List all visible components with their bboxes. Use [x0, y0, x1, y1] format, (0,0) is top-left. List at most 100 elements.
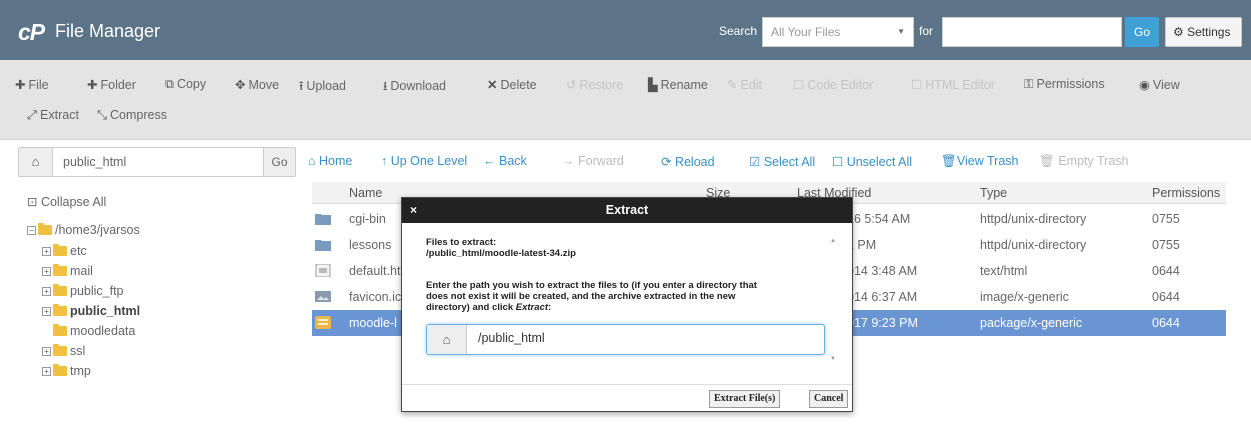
search-scope-select[interactable]: All Your Files ▼ [762, 17, 914, 47]
tree-item-ssl[interactable]: + ssl [42, 344, 85, 358]
copy-icon: ⧉ [165, 77, 174, 91]
col-type[interactable]: Type [980, 186, 1007, 200]
col-permissions[interactable]: Permissions [1152, 186, 1220, 200]
nav-home[interactable]: ⌂ Home [308, 154, 352, 168]
path-field[interactable]: ⌂ public_html Go [18, 147, 296, 177]
file-perms: 0755 [1152, 238, 1180, 252]
tree-item-etc[interactable]: + etc [42, 244, 87, 258]
delete-button[interactable]: ✕ Delete [487, 77, 537, 92]
html-editor-icon: ☐ [911, 78, 923, 92]
new-file-button[interactable]: ✚ File [15, 77, 49, 92]
dialog-footer: Extract File(s) Cancel [402, 384, 852, 411]
upload-button[interactable]: ⭱ Upload [299, 77, 346, 98]
move-icon: ✥ [235, 78, 246, 92]
plus-icon: + [42, 267, 51, 276]
checkbox-empty-icon: ☐ [832, 155, 847, 169]
archive-file-icon [315, 316, 331, 329]
instructions-line-3: directory) and click Extract: [426, 302, 552, 313]
collapse-all-button[interactable]: ⊡ Collapse All [27, 194, 106, 209]
file-name: favicon.ic [349, 290, 402, 304]
close-icon[interactable]: × [410, 198, 417, 223]
plus-icon: + [42, 347, 51, 356]
file-name: default.ht [349, 264, 401, 278]
path-go-button[interactable]: Go [263, 148, 295, 176]
move-button[interactable]: ✥ Move [235, 77, 279, 92]
nav-forward[interactable]: → Forward [562, 154, 624, 168]
download-icon: ⭳ [383, 79, 388, 93]
file-name: moodle-l [349, 316, 397, 330]
tree-item-public-ftp[interactable]: + public_ftp [42, 284, 124, 298]
nav-select-all[interactable]: ☑ Select All [749, 154, 815, 169]
scroll-down-arrow[interactable]: ▼ [830, 356, 836, 362]
eye-icon: ◉ [1139, 78, 1150, 92]
permissions-button[interactable]: ⚿ Permissions [1024, 77, 1105, 92]
folder-icon [53, 324, 67, 336]
instructions-line-1: Enter the path you wish to extract the f… [426, 280, 757, 291]
plus-icon: + [42, 367, 51, 376]
nav-empty-trash[interactable]: 🗑 Empty Trash [1039, 154, 1129, 169]
delete-icon: ✕ [487, 78, 498, 92]
settings-button[interactable]: ⚙ Settings [1165, 17, 1242, 47]
settings-label: Settings [1187, 25, 1231, 39]
reload-icon: ⟳ [661, 155, 675, 169]
search-input[interactable] [942, 17, 1122, 47]
file-type: image/x-generic [980, 290, 1069, 304]
toolbar: ✚ File ✚ Folder ⧉ Copy ✥ Move ⭱ Upload ⭳ Downl… [0, 60, 1251, 140]
tree-root[interactable]: −/home3/jvarsos [27, 223, 140, 237]
folder-icon [53, 344, 67, 356]
nav-unselect-all[interactable]: ☐ Unselect All [832, 154, 912, 169]
edit-button[interactable]: ✎ Edit [727, 77, 762, 92]
plus-icon: + [42, 307, 51, 316]
folder-icon [53, 264, 67, 276]
home-icon: ⌂ [427, 325, 467, 354]
extract-files-button[interactable]: Extract File(s) [709, 390, 781, 408]
tree-item-public-html[interactable]: + public_html [42, 304, 140, 318]
scroll-up-arrow[interactable]: ▲ [830, 238, 836, 244]
files-to-extract-path: /public_html/moodle-latest-34.zip [426, 248, 576, 259]
compress-button[interactable]: ⤡ Compress [97, 108, 167, 123]
extract-button[interactable]: ⤢ Extract [27, 108, 79, 123]
pencil-icon: ✎ [727, 78, 738, 92]
file-type: text/html [980, 264, 1028, 278]
cancel-button[interactable]: Cancel [809, 390, 849, 408]
code-editor-icon: ☐ [793, 78, 805, 92]
file-name: cgi-bin [349, 212, 386, 226]
checkbox-checked-icon: ☑ [749, 155, 764, 169]
upload-icon: ⭱ [299, 79, 304, 93]
nav-back[interactable]: ← Back [483, 154, 527, 168]
file-perms: 0644 [1152, 264, 1180, 278]
download-button[interactable]: ⭳ Download [383, 77, 446, 98]
plus-icon: + [42, 247, 51, 256]
nav-view-trash[interactable]: 🗑View Trash [941, 154, 1018, 169]
code-editor-button[interactable]: ☐ Code Editor [793, 77, 873, 92]
destination-input[interactable] [478, 331, 808, 345]
tree-item-tmp[interactable]: + tmp [42, 364, 91, 378]
new-folder-button[interactable]: ✚ Folder [87, 77, 136, 92]
html-editor-button[interactable]: ☐ HTML Editor [911, 77, 995, 92]
home-icon: ⌂ [308, 154, 320, 168]
folder-open-icon [38, 223, 52, 235]
folder-icon [53, 244, 67, 256]
nav-up-one-level[interactable]: ↑ Up One Level [381, 154, 467, 168]
restore-button[interactable]: ↺ Restore [566, 77, 623, 92]
view-button[interactable]: ◉ View [1139, 77, 1180, 92]
cpanel-logo[interactable]: cP [18, 19, 45, 46]
tree-item-moodledata[interactable]: moodledata [53, 324, 135, 338]
file-type: package/x-generic [980, 316, 1083, 330]
col-name[interactable]: Name [349, 186, 382, 200]
copy-button[interactable]: ⧉ Copy [165, 77, 206, 92]
folder-icon [315, 214, 331, 225]
chevron-down-icon: ▼ [897, 27, 905, 36]
path-value[interactable]: public_html [63, 155, 126, 169]
compress-icon: ⤡ [97, 108, 108, 122]
nav-reload[interactable]: ⟳ Reload [661, 154, 715, 169]
file-perms: 0644 [1152, 290, 1180, 304]
home-icon[interactable]: ⌂ [19, 148, 53, 176]
search-go-button[interactable]: Go [1125, 17, 1159, 47]
folder-icon [53, 364, 67, 376]
rename-button[interactable]: ▙ Rename [648, 77, 708, 92]
file-type: httpd/unix-directory [980, 212, 1087, 226]
tree-item-mail[interactable]: + mail [42, 264, 93, 278]
collapse-icon: ⊡ [27, 195, 41, 209]
top-header: cP File Manager Search All Your Files ▼ … [0, 0, 1251, 60]
